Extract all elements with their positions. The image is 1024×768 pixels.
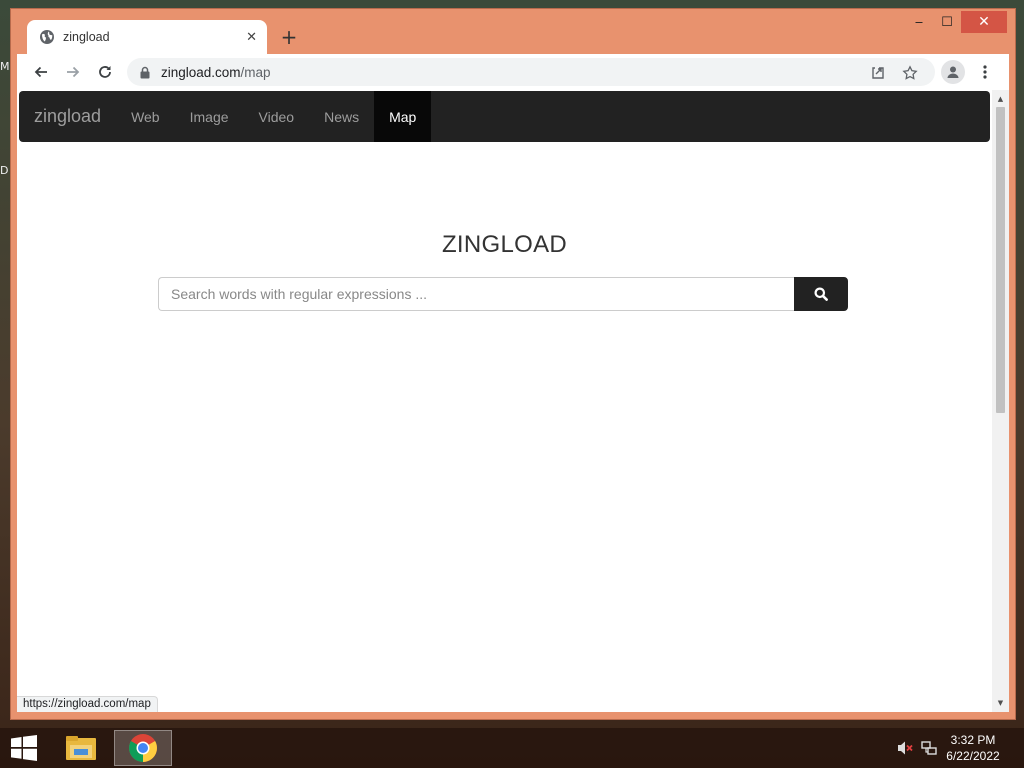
bookmark-star-icon[interactable] — [901, 64, 919, 82]
site-brand-link[interactable]: zingload — [19, 91, 116, 142]
nav-web[interactable]: Web — [116, 91, 175, 142]
kebab-menu-icon — [983, 65, 987, 79]
nav-video[interactable]: Video — [244, 91, 310, 142]
share-icon[interactable] — [869, 64, 887, 82]
reload-button[interactable] — [93, 60, 117, 84]
browser-toolbar: zingload.com/map — [17, 54, 1009, 90]
site-navbar: zingload Web Image Video News Map — [19, 91, 990, 142]
chrome-icon — [129, 734, 157, 762]
close-window-button[interactable]: ✕ — [961, 11, 1007, 33]
profile-avatar-button[interactable] — [941, 60, 965, 84]
chrome-taskbar-button[interactable] — [114, 730, 172, 766]
windows-logo-icon — [11, 735, 37, 761]
url-path: /map — [240, 64, 271, 80]
scroll-down-arrow-icon[interactable]: ▼ — [992, 696, 1009, 710]
page-title: ZINGLOAD — [441, 231, 568, 258]
nav-news[interactable]: News — [309, 91, 374, 142]
address-bar[interactable]: zingload.com/map — [127, 58, 935, 86]
arrow-left-icon — [34, 66, 47, 78]
address-url: zingload.com/map — [161, 65, 271, 80]
maximize-button[interactable]: ☐ — [933, 11, 961, 33]
clock-time: 3:32 PM — [950, 733, 996, 747]
browser-tab[interactable]: zingload ✕ — [27, 20, 267, 54]
forward-button[interactable] — [61, 60, 85, 84]
search-form — [158, 277, 848, 311]
reload-icon — [99, 66, 111, 78]
search-icon — [814, 287, 828, 301]
back-button[interactable] — [29, 60, 53, 84]
start-button[interactable] — [4, 730, 44, 766]
person-icon — [947, 66, 959, 78]
file-explorer-taskbar-button[interactable] — [52, 730, 110, 766]
scrollbar-thumb[interactable] — [996, 107, 1005, 413]
page-viewport: zingload Web Image Video News Map ZINGLO… — [17, 90, 1009, 712]
tab-close-icon[interactable]: ✕ — [246, 30, 257, 45]
scroll-up-arrow-icon[interactable]: ▲ — [992, 92, 1009, 106]
folder-icon — [66, 736, 96, 760]
nav-image[interactable]: Image — [175, 91, 244, 142]
search-button[interactable] — [794, 277, 848, 311]
window-controls: ‒ ☐ ✕ — [905, 11, 1007, 33]
vertical-scrollbar[interactable]: ▲ ▼ — [992, 90, 1009, 712]
nav-map[interactable]: Map — [374, 91, 432, 142]
network-icon[interactable] — [920, 740, 938, 756]
link-status-bubble: https://zingload.com/map — [17, 696, 158, 712]
speaker-muted-icon[interactable] — [896, 740, 914, 756]
arrow-right-icon — [67, 66, 80, 78]
minimize-button[interactable]: ‒ — [905, 11, 933, 33]
plus-icon: + — [280, 25, 298, 49]
browser-window: ‒ ☐ ✕ zingload ✕ + zingload.com/map zing… — [10, 8, 1016, 720]
browser-menu-button[interactable] — [975, 60, 995, 84]
clock-date: 6/22/2022 — [946, 749, 1000, 763]
globe-icon — [39, 29, 55, 45]
tab-title: zingload — [63, 30, 110, 44]
lock-icon — [140, 66, 150, 78]
new-tab-button[interactable]: + — [277, 25, 301, 49]
url-host: zingload.com — [161, 64, 241, 80]
taskbar-clock[interactable]: 3:32 PM 6/22/2022 — [938, 732, 1008, 764]
search-input[interactable] — [158, 277, 794, 311]
taskbar: 3:32 PM 6/22/2022 — [0, 728, 1024, 768]
